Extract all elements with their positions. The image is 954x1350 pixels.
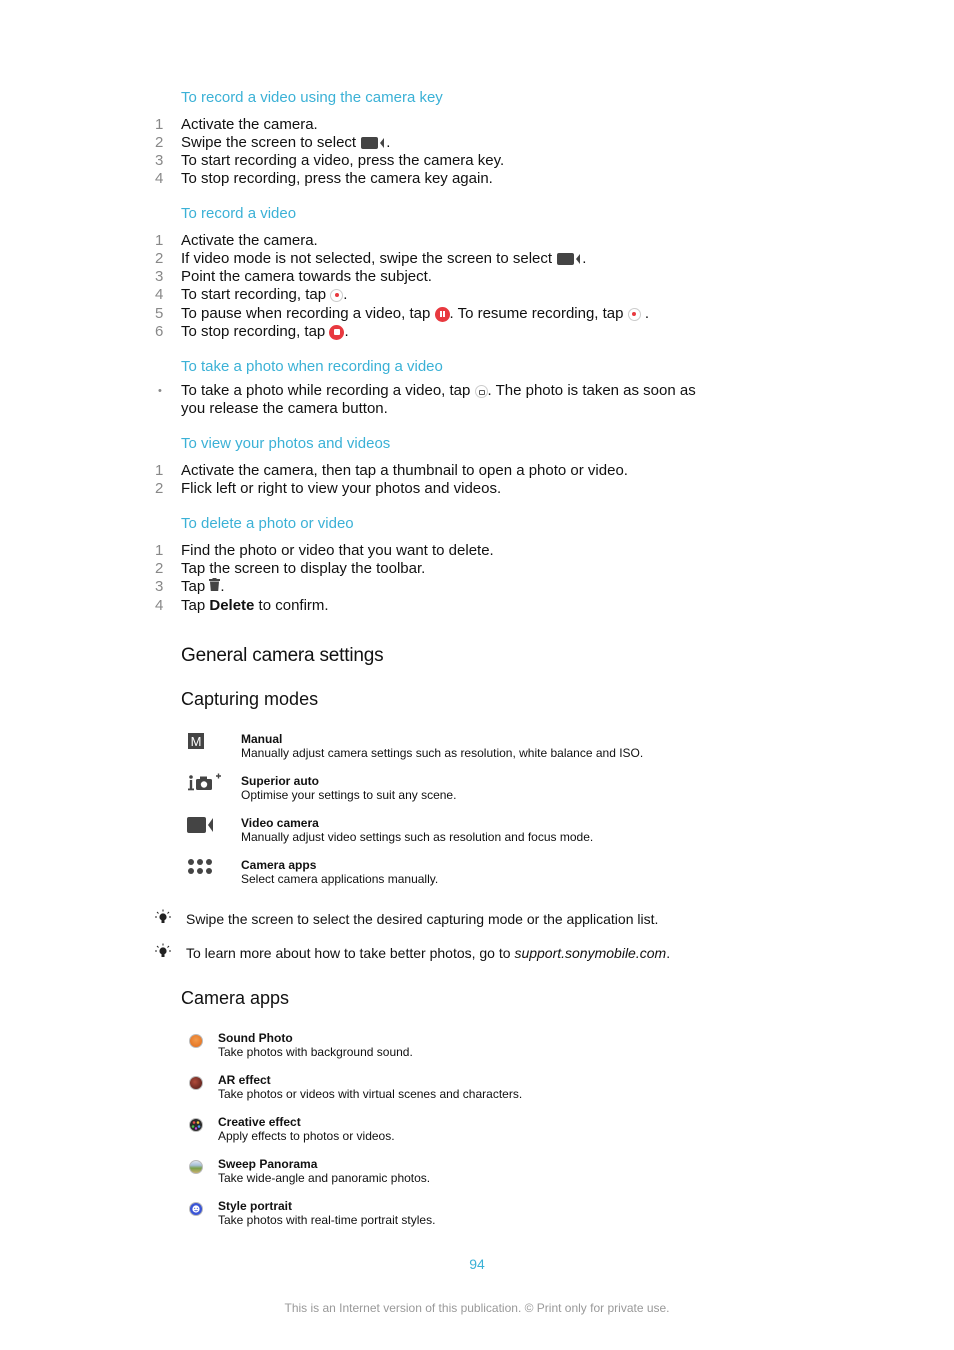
mode-desc: Manually adjust camera settings such as …: [241, 746, 644, 760]
ar-effect-icon: [189, 1076, 203, 1090]
subheading-camera-apps: Camera apps: [181, 988, 290, 1008]
video-camera-icon: [360, 136, 386, 150]
step-text: Swipe the screen to select .: [181, 134, 391, 151]
step-text: Point the camera towards the subject.: [181, 268, 432, 285]
step-text: Activate the camera.: [181, 232, 318, 249]
mode-title: Manual: [241, 732, 283, 746]
step-number: 1: [155, 462, 164, 479]
step-text: Find the photo or video that you want to…: [181, 542, 494, 559]
step-number: 3: [155, 268, 164, 285]
mode-desc: Select camera applications manually.: [241, 872, 439, 886]
page-number: 94: [469, 1256, 485, 1272]
app-desc: Take photos with real-time portrait styl…: [218, 1213, 436, 1227]
step-text: To pause when recording a video, tap . T…: [181, 305, 650, 322]
step-number: 4: [155, 286, 164, 303]
pause-button-icon: [434, 306, 450, 322]
app-desc: Apply effects to photos or videos.: [218, 1129, 395, 1143]
video-camera-icon: [187, 817, 215, 838]
mode-title: Camera apps: [241, 858, 317, 872]
step-number: 6: [155, 323, 164, 340]
section-heading-delete: To delete a photo or video: [181, 515, 354, 532]
support-link[interactable]: support.sonymobile.com: [514, 945, 666, 961]
subheading-capturing-modes: Capturing modes: [181, 689, 319, 709]
manual-mode-icon: M: [188, 733, 204, 754]
section-heading-record-video: To record a video: [181, 205, 297, 222]
mode-title: Superior auto: [241, 774, 320, 788]
step-number: 5: [155, 305, 164, 322]
step-text: If video mode is not selected, swipe the…: [181, 250, 587, 267]
app-desc: Take wide-angle and panoramic photos.: [218, 1171, 431, 1185]
sweep-panorama-icon: [189, 1160, 203, 1174]
record-button-icon: [627, 307, 641, 321]
mode-title: Video camera: [241, 816, 319, 830]
step-text: To start recording a video, press the ca…: [181, 152, 505, 169]
step-number: 1: [155, 232, 164, 249]
lightbulb-tip-icon: [154, 909, 172, 930]
step-number: 4: [155, 170, 164, 187]
step-text: Tap .: [181, 578, 225, 596]
tip-text: To learn more about how to take better p…: [186, 945, 671, 961]
app-title: Sweep Panorama: [218, 1157, 318, 1171]
camera-apps-grid-icon: [187, 858, 213, 881]
step-number: 2: [155, 250, 164, 267]
delete-label: Delete: [209, 597, 255, 614]
section-heading-view-photos: To view your photos and videos: [181, 435, 391, 452]
step-text: To stop recording, press the camera key …: [181, 170, 493, 187]
bullet-text-continued: you release the camera button.: [181, 400, 388, 417]
step-text: Flick left or right to view your photos …: [181, 480, 502, 497]
app-title: Creative effect: [218, 1115, 301, 1129]
step-number: 2: [155, 560, 164, 577]
app-desc: Take photos with background sound.: [218, 1045, 413, 1059]
svg-text:M: M: [191, 734, 202, 749]
stop-button-icon: [329, 324, 345, 340]
step-number: 3: [155, 578, 164, 595]
step-number: 4: [155, 597, 164, 614]
shutter-button-icon: [474, 384, 488, 398]
sound-photo-icon: [189, 1034, 203, 1048]
page-heading-general-camera-settings: General camera settings: [181, 645, 384, 666]
step-text: Tap the screen to display the toolbar.: [181, 560, 426, 577]
superior-auto-icon: [187, 773, 223, 798]
footer-notice: This is an Internet version of this publ…: [284, 1301, 670, 1315]
step-number: 3: [155, 152, 164, 169]
section-heading-record-camera-key: To record a video using the camera key: [181, 89, 443, 106]
bullet: •: [158, 385, 162, 397]
mode-desc: Manually adjust video settings such as r…: [241, 830, 594, 844]
lightbulb-tip-icon: [154, 943, 172, 964]
app-title: Sound Photo: [218, 1031, 293, 1045]
video-camera-icon: [556, 252, 582, 266]
step-number: 1: [155, 116, 164, 133]
section-heading-photo-while-recording: To take a photo when recording a video: [181, 358, 443, 375]
step-text: Activate the camera, then tap a thumbnai…: [181, 462, 628, 479]
app-title: AR effect: [218, 1073, 271, 1087]
step-number: 2: [155, 134, 164, 151]
step-text: To stop recording, tap .: [181, 323, 349, 340]
style-portrait-icon: [189, 1202, 203, 1221]
record-button-icon: [330, 288, 344, 302]
step-text-part: Swipe the screen to select: [181, 134, 357, 151]
step-number: 1: [155, 542, 164, 559]
step-number: 2: [155, 480, 164, 497]
bullet-text: To take a photo while recording a video,…: [181, 382, 696, 399]
app-title: Style portrait: [218, 1199, 293, 1213]
app-desc: Take photos or videos with virtual scene…: [218, 1087, 523, 1101]
step-text: To start recording, tap .: [181, 286, 348, 303]
step-text: Tap Delete to confirm.: [181, 597, 329, 614]
trash-icon: [209, 578, 221, 596]
creative-effect-icon: [189, 1118, 203, 1137]
step-text: Activate the camera.: [181, 116, 318, 133]
mode-desc: Optimise your settings to suit any scene…: [241, 788, 457, 802]
tip-text: Swipe the screen to select the desired c…: [186, 911, 659, 927]
